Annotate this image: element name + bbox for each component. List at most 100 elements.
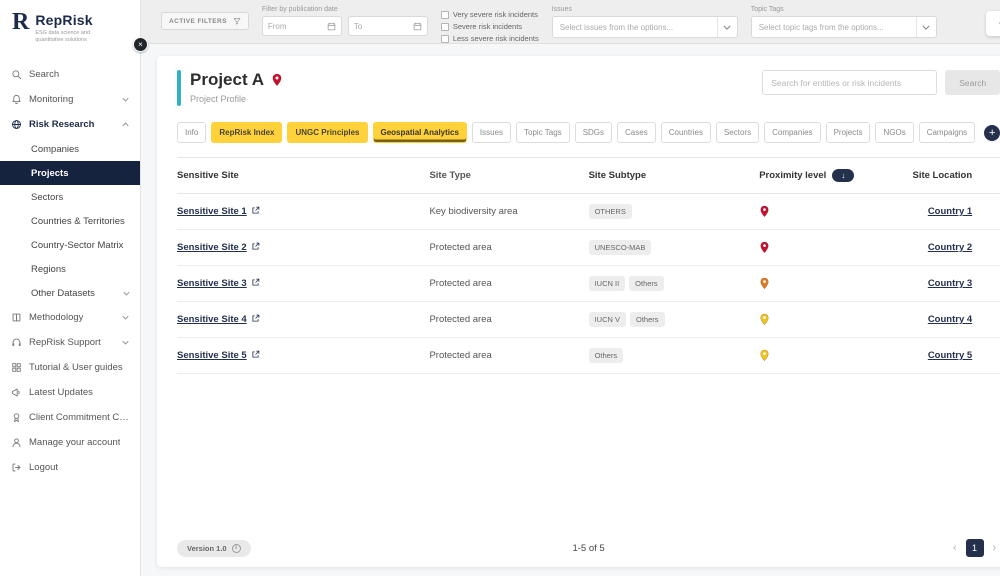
chevron-down-icon[interactable] (716, 17, 737, 37)
sidebar-item-projects[interactable]: Projects (0, 161, 140, 186)
sidebar-item-client-commitment-charter[interactable]: Client Commitment Charter (0, 405, 140, 430)
active-filters-button[interactable]: ACTIVE FILTERS (161, 12, 249, 30)
sidebar-item-tutorial-user-guides[interactable]: Tutorial & User guides (0, 355, 140, 380)
tab-sdgs[interactable]: SDGs (574, 122, 613, 143)
proximity-pin-red-icon (759, 205, 890, 218)
filter-funnel-icon (233, 17, 241, 25)
sensitive-site-link[interactable]: Sensitive Site 2 (177, 242, 247, 253)
tab-topic-tags[interactable]: Topic Tags (516, 122, 570, 143)
sidebar-item-label: Countries & Territories (31, 215, 125, 227)
sensitive-site-link[interactable]: Sensitive Site 1 (177, 206, 247, 217)
card-header: Project A Project Profile Search (177, 70, 1000, 106)
tab-issues[interactable]: Issues (471, 122, 512, 143)
sidebar-item-label: Risk Research (29, 119, 95, 131)
search-button[interactable]: Search (945, 70, 1000, 95)
info-icon[interactable]: i (231, 543, 241, 553)
from-field[interactable] (267, 21, 327, 31)
site-subtype-cell: Others (588, 348, 754, 363)
severity-option-severe-risk-incidents[interactable]: Severe risk incidents (440, 22, 539, 31)
sidebar-item-label: RepRisk Support (29, 337, 101, 349)
sidebar-item-monitoring[interactable]: Monitoring (0, 87, 140, 112)
sidebar-item-label: Companies (31, 143, 80, 155)
sensitive-site-link[interactable]: Sensitive Site 4 (177, 314, 247, 325)
sidebar-item-risk-research[interactable]: Risk Research (0, 112, 140, 137)
to-field[interactable] (353, 21, 413, 31)
collapse-filterbar-button[interactable] (986, 11, 1000, 36)
sidebar-item-companies[interactable]: Companies (0, 137, 140, 161)
entity-search-input[interactable] (762, 70, 938, 95)
tab-countries[interactable]: Countries (660, 122, 711, 143)
sidebar-item-logout[interactable]: Logout (0, 455, 140, 480)
sensitive-site-link[interactable]: Sensitive Site 3 (177, 278, 247, 289)
card-footer: Version 1.0 i 1-5 of 5 ‹ 1 › (177, 529, 1000, 557)
sidebar-item-label: Regions (31, 263, 66, 275)
topic-tags-placeholder: Select topic tags from the options... (758, 22, 884, 32)
sidebar-item-latest-updates[interactable]: Latest Updates (0, 380, 140, 405)
severity-option-less-severe-risk-incidents[interactable]: Less severe risk incidents (440, 34, 539, 43)
version-badge: Version 1.0 i (177, 539, 251, 557)
sidebar-item-sectors[interactable]: Sectors (0, 185, 140, 209)
sidebar-collapse-toggle[interactable]: × (133, 37, 148, 52)
external-link-icon[interactable] (251, 350, 260, 361)
sidebar-item-label: Methodology (29, 312, 84, 324)
date-to-input[interactable] (347, 16, 428, 36)
date-from-input[interactable] (261, 16, 342, 36)
tab-geospatial-analytics[interactable]: Geospatial Analytics (372, 122, 467, 143)
checkbox-icon[interactable] (440, 10, 449, 19)
sidebar-item-countries-territories[interactable]: Countries & Territories (0, 209, 140, 233)
tab-info[interactable]: Info (177, 122, 207, 143)
page-subtitle: Project Profile (190, 94, 247, 104)
topic-tags-select[interactable]: Select topic tags from the options... (750, 16, 937, 38)
country-link[interactable]: Country 3 (928, 278, 972, 289)
issues-label: Issues (551, 6, 572, 13)
tab-ngos[interactable]: NGOs (875, 122, 914, 143)
sidebar-item-manage-your-account[interactable]: Manage your account (0, 430, 140, 455)
tab-projects[interactable]: Projects (825, 122, 871, 143)
table-row-sensitive-site-1: Sensitive Site 1 Key biodiversity area OTH… (177, 194, 1000, 230)
tab-reprisk-index[interactable]: RepRisk Index (211, 122, 283, 143)
sidebar-item-search[interactable]: Search (0, 62, 140, 87)
tab-ungc-principles[interactable]: UNGC Principles (287, 122, 368, 143)
country-link[interactable]: Country 4 (928, 314, 972, 325)
page-1-button[interactable]: 1 (965, 539, 984, 557)
version-label: Version 1.0 (187, 543, 227, 553)
sidebar-item-reprisk-support[interactable]: RepRisk Support (0, 330, 140, 355)
tab-cases[interactable]: Cases (617, 122, 656, 143)
sidebar-item-methodology[interactable]: Methodology (0, 305, 140, 330)
external-link-icon[interactable] (251, 278, 260, 289)
sidebar-item-regions[interactable]: Regions (0, 257, 140, 281)
severity-option-very-severe-risk-incidents[interactable]: Very severe risk incidents (440, 10, 539, 19)
next-page-button[interactable]: › (993, 542, 997, 554)
sidebar-item-country-sector-matrix[interactable]: Country-Sector Matrix (0, 233, 140, 257)
tab-campaigns[interactable]: Campaigns (918, 122, 976, 143)
previous-page-button[interactable]: ‹ (953, 542, 957, 554)
calendar-icon[interactable] (413, 22, 422, 31)
chevron-down-icon[interactable] (915, 17, 936, 37)
sidebar-item-other-datasets[interactable]: Other Datasets (0, 281, 140, 305)
tab-companies[interactable]: Companies (764, 122, 821, 143)
external-link-icon[interactable] (251, 314, 260, 325)
checkbox-icon[interactable] (440, 34, 449, 43)
calendar-icon[interactable] (327, 22, 336, 31)
sidebar-item-label: Logout (29, 462, 59, 474)
site-subtype-badge: UNESCO-MAB (588, 240, 652, 255)
sidebar-item-label: Latest Updates (29, 387, 93, 399)
pagination-range: 1-5 of 5 (572, 542, 605, 554)
country-link[interactable]: Country 5 (928, 350, 972, 361)
issues-select[interactable]: Select issues from the options... (551, 16, 738, 38)
chevron-down-icon (122, 315, 129, 320)
country-link[interactable]: Country 1 (928, 206, 972, 217)
add-tab-button[interactable]: + (984, 124, 1000, 141)
sensitive-site-link[interactable]: Sensitive Site 5 (177, 350, 247, 361)
main-area: ACTIVE FILTERS Filter by publication dat… (141, 0, 1000, 576)
chevron-down-icon (122, 97, 129, 102)
external-link-icon[interactable] (251, 206, 260, 217)
active-filters-label: ACTIVE FILTERS (169, 17, 227, 25)
site-subtype-badge: Others (588, 348, 624, 363)
external-link-icon[interactable] (251, 242, 260, 253)
sort-descending-button[interactable]: ↓ (832, 169, 855, 182)
checkbox-icon[interactable] (440, 22, 449, 31)
proximity-pin-orange-icon (759, 277, 890, 290)
country-link[interactable]: Country 2 (928, 242, 972, 253)
tab-sectors[interactable]: Sectors (715, 122, 760, 143)
